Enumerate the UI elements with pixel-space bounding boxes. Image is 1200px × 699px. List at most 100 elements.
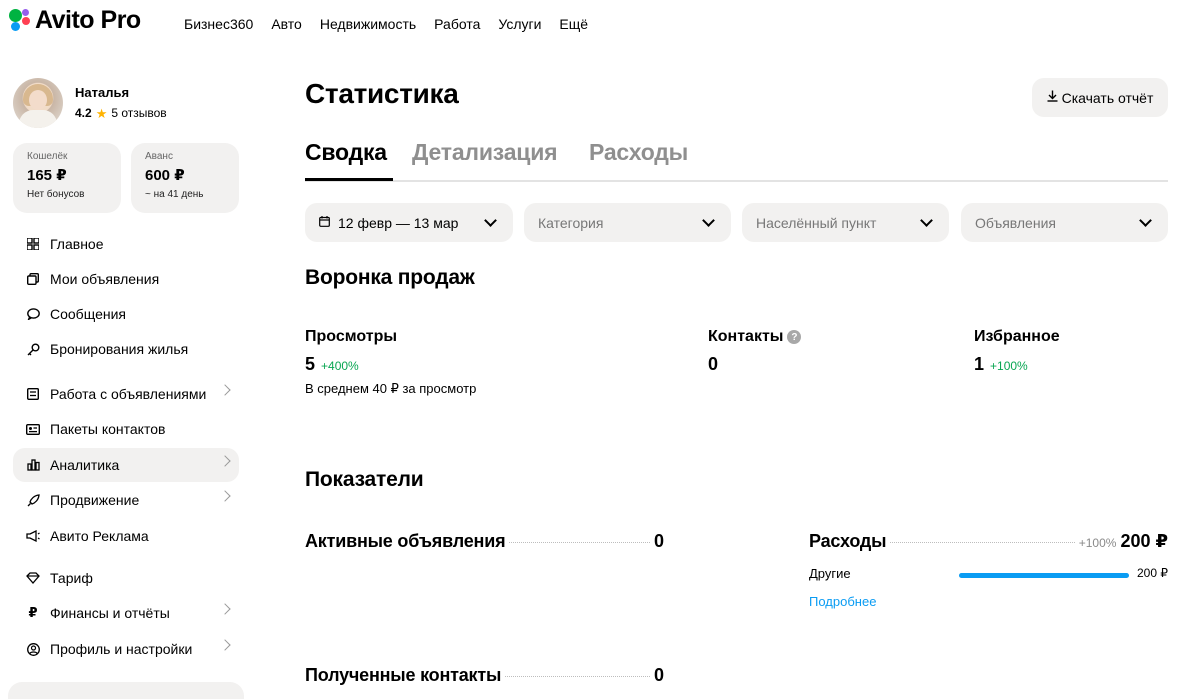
avatar: [13, 78, 63, 128]
sidebar-item-rabota-s-obyavleniyami[interactable]: Работа с объявлениями: [13, 377, 239, 411]
period-value: 12 февр — 13 мар: [338, 214, 459, 231]
sidebar-item-avito-reklama[interactable]: Авито Реклама: [13, 519, 239, 553]
avito-pro-logo[interactable]: Avito Pro: [7, 6, 141, 34]
nav-uslugi[interactable]: Услуги: [498, 16, 541, 32]
tabs: Сводка Детализация Расходы: [305, 139, 1168, 182]
expenses-label: Расходы: [809, 531, 887, 551]
nav-biznes360[interactable]: Бизнес360: [184, 16, 253, 32]
dotted-leader: [509, 542, 650, 543]
sidebar-item-glavnoe[interactable]: Главное: [13, 227, 239, 261]
sidebar-bottom-card[interactable]: [8, 682, 244, 699]
metrics-title: Показатели: [305, 468, 424, 491]
sidebar-item-soobshcheniya[interactable]: Сообщения: [13, 297, 239, 331]
wallet-sub: Нет бонусов: [27, 189, 85, 200]
sidebar-item-pakety-kontaktov[interactable]: Пакеты контактов: [13, 412, 239, 446]
download-icon: [1047, 90, 1058, 105]
help-icon[interactable]: ?: [787, 330, 802, 344]
chevron-right-icon: [219, 603, 231, 615]
ruble-icon: ₽: [28, 605, 38, 620]
top-nav: Бизнес360 Авто Недвижимость Работа Услуг…: [184, 16, 588, 32]
advance-label: Аванс: [145, 151, 173, 162]
sidebar-item-label: Сообщения: [50, 306, 126, 322]
funnel-title: Воронка продаж: [305, 266, 475, 289]
key-icon: [26, 342, 40, 356]
chevron-down-icon: [1139, 214, 1152, 227]
views-value: 5: [305, 354, 316, 374]
dotted-leader: [890, 542, 1075, 543]
sidebar-item-tarif[interactable]: Тариф: [13, 561, 239, 595]
tab-rashody[interactable]: Расходы: [589, 139, 688, 166]
sidebar-item-label: Пакеты контактов: [50, 421, 166, 437]
favorites-value: 1: [974, 354, 985, 374]
logo-text: Avito Pro: [35, 5, 141, 34]
category-select[interactable]: Категория: [524, 203, 731, 242]
ads-select[interactable]: Объявления: [961, 203, 1168, 242]
download-label: Скачать отчёт: [1061, 89, 1154, 106]
advance-card[interactable]: Аванс 600 ₽ ~ на 41 день: [131, 143, 239, 213]
more-link[interactable]: Подробнее: [809, 594, 876, 609]
city-select[interactable]: Населённый пункт: [742, 203, 949, 242]
sidebar-item-label: Бронирования жилья: [50, 341, 189, 357]
download-report-button[interactable]: Скачать отчёт: [1032, 78, 1168, 117]
tab-detalizaciya[interactable]: Детализация: [412, 139, 558, 166]
nav-avto[interactable]: Авто: [271, 16, 302, 32]
sidebar-item-profil[interactable]: Профиль и настройки: [13, 632, 239, 666]
expense-bar-fill: [959, 573, 1129, 578]
id-card-icon: [26, 422, 40, 436]
received-contacts-value: 0: [653, 665, 664, 685]
dotted-leader: [505, 676, 650, 677]
sidebar-item-prodvizhenie[interactable]: Продвижение: [13, 483, 239, 517]
views-delta: +400%: [321, 359, 359, 373]
expenses-delta: +100%: [1078, 536, 1117, 550]
expense-line-drugie: Другие 200 ₽: [809, 566, 1168, 582]
user-circle-icon: [26, 642, 40, 656]
wallet-card[interactable]: Кошелёк 165 ₽ Нет бонусов: [13, 143, 121, 213]
sidebar-item-label: Финансы и отчёты: [50, 605, 170, 621]
contacts-label: Контакты: [708, 328, 784, 345]
received-contacts-label: Полученные контакты: [305, 665, 502, 685]
funnel-contacts: Контакты ? 0: [708, 328, 802, 375]
profile-block[interactable]: Наталья 4.2 ★ 5 отзывов: [13, 77, 243, 131]
chevron-right-icon: [219, 639, 231, 651]
chevron-down-icon: [920, 214, 933, 227]
favorites-label: Избранное: [974, 328, 1060, 345]
sidebar-item-finansy[interactable]: ₽ Финансы и отчёты: [13, 596, 239, 630]
nav-rabota[interactable]: Работа: [434, 16, 480, 32]
expense-line-value: 200 ₽: [1137, 566, 1168, 580]
tab-svodka[interactable]: Сводка: [305, 139, 387, 166]
rating-value: 4.2: [75, 106, 92, 120]
rocket-icon: [26, 493, 40, 507]
profile-rating[interactable]: 4.2 ★ 5 отзывов: [75, 106, 167, 120]
sidebar-item-label: Тариф: [50, 570, 93, 586]
period-filter[interactable]: 12 февр — 13 мар: [305, 203, 513, 242]
copy-icon: [26, 272, 40, 286]
wallet-value: 165 ₽: [27, 167, 67, 184]
metric-received-contacts: Полученные контакты 0: [305, 665, 664, 686]
advance-value: 600 ₽: [145, 167, 185, 184]
views-note: В среднем 40 ₽ за просмотр: [305, 381, 477, 396]
city-placeholder: Населённый пункт: [756, 214, 877, 231]
sidebar-item-analitika[interactable]: Аналитика: [13, 448, 239, 482]
contacts-value: 0: [708, 354, 719, 374]
calendar-icon: [319, 215, 330, 230]
sidebar-item-bronirovaniya[interactable]: Бронирования жилья: [13, 332, 239, 366]
sidebar-item-moi-obyavleniya[interactable]: Мои объявления: [13, 262, 239, 296]
nav-nedvizhimost[interactable]: Недвижимость: [320, 16, 416, 32]
bar-chart-icon: [26, 458, 40, 472]
grid-icon: [26, 237, 40, 251]
tab-active-indicator: [305, 178, 393, 181]
logo-dots-icon: [7, 7, 33, 33]
chevron-right-icon: [219, 490, 231, 502]
top-bar: Avito Pro Бизнес360 Авто Недвижимость Ра…: [0, 0, 1200, 48]
profile-name: Наталья: [75, 85, 130, 100]
sidebar-item-label: Работа с объявлениями: [50, 386, 207, 402]
chevron-right-icon: [219, 384, 231, 396]
funnel-views: Просмотры 5 +400% В среднем 40 ₽ за прос…: [305, 328, 476, 397]
sidebar-item-label: Авито Реклама: [50, 528, 149, 544]
sidebar-item-label: Продвижение: [50, 492, 140, 508]
ads-placeholder: Объявления: [975, 214, 1056, 231]
chevron-down-icon: [484, 214, 497, 227]
metric-expenses: Расходы +100% 200 ₽: [809, 531, 1168, 552]
expense-bar-track: [959, 573, 1129, 578]
nav-eshche[interactable]: Ещё: [559, 16, 588, 32]
